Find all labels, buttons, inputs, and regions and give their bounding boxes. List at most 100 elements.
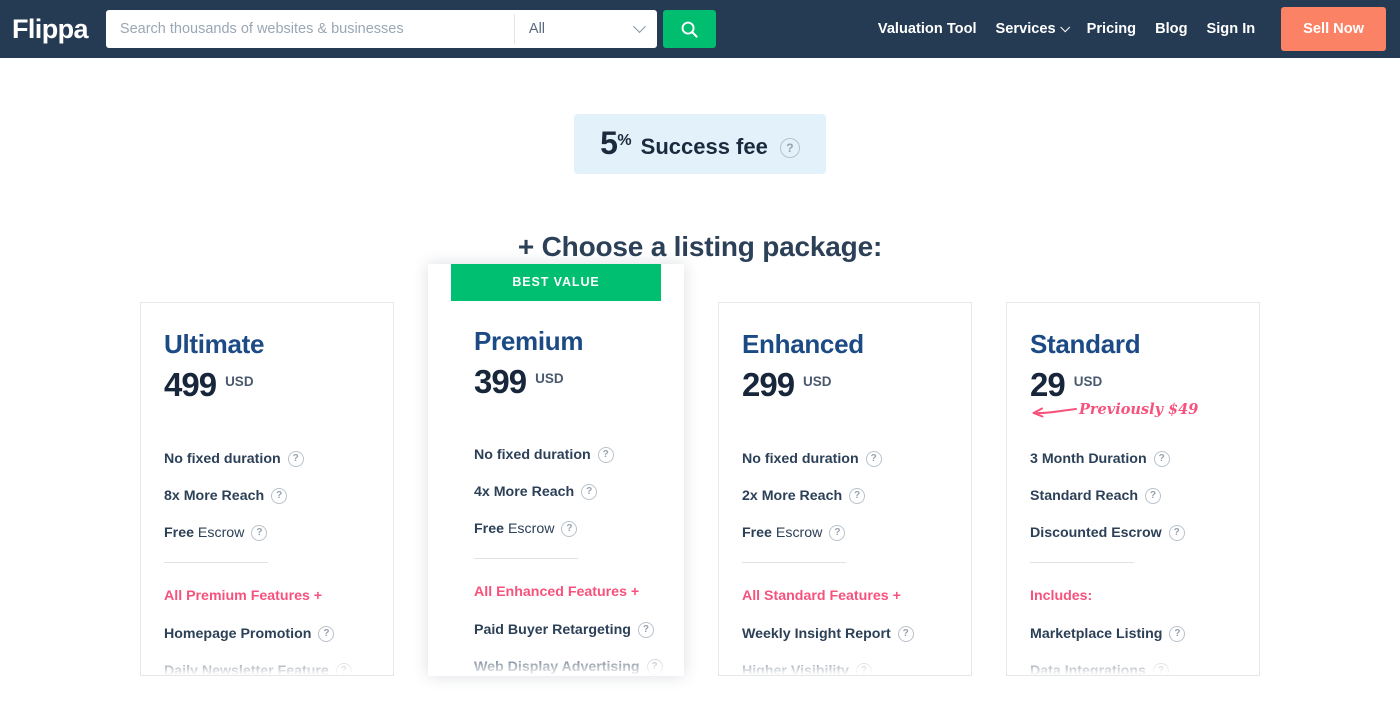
feature-divider bbox=[164, 562, 268, 563]
feature-list: 3 Month Duration?Standard Reach?Discount… bbox=[1030, 451, 1236, 676]
success-fee-badge: 5 % Success fee ? bbox=[574, 114, 826, 174]
nav-item-pricing[interactable]: Pricing bbox=[1087, 21, 1136, 37]
feature-label: Weekly Insight Report bbox=[742, 626, 891, 642]
feature-group-label: Includes: bbox=[1030, 588, 1236, 604]
feature-item: Daily Newsletter Feature? bbox=[164, 663, 370, 676]
package-price-row: 29 USD bbox=[1030, 368, 1236, 401]
feature-item: Free Escrow? bbox=[474, 521, 638, 537]
package-currency: USD bbox=[803, 374, 832, 389]
help-icon[interactable]: ? bbox=[561, 521, 577, 537]
help-icon[interactable]: ? bbox=[598, 447, 614, 463]
help-icon[interactable]: ? bbox=[581, 484, 597, 500]
package-card-ultimate[interactable]: Ultimate499USDNo fixed duration?8x More … bbox=[140, 302, 394, 676]
package-price: 299 bbox=[742, 368, 794, 401]
feature-label: Paid Buyer Retargeting bbox=[474, 622, 631, 638]
feature-label: Standard Reach bbox=[1030, 488, 1138, 504]
help-icon[interactable]: ? bbox=[866, 451, 882, 467]
help-icon[interactable]: ? bbox=[318, 626, 334, 642]
help-icon[interactable]: ? bbox=[336, 663, 352, 676]
nav-label: Pricing bbox=[1087, 21, 1136, 37]
nav-item-sign-in[interactable]: Sign In bbox=[1207, 21, 1256, 37]
price-note-spacer bbox=[164, 403, 370, 421]
help-icon[interactable]: ? bbox=[638, 622, 654, 638]
package-currency: USD bbox=[225, 374, 254, 389]
package-card-enhanced[interactable]: Enhanced299USDNo fixed duration?2x More … bbox=[718, 302, 972, 676]
feature-item: 2x More Reach? bbox=[742, 488, 948, 504]
search-category-select[interactable]: All bbox=[515, 10, 657, 48]
help-icon[interactable]: ? bbox=[1154, 451, 1170, 467]
site-header: Flippa All Valuation Tool Services Prici… bbox=[0, 0, 1400, 58]
help-icon[interactable]: ? bbox=[849, 488, 865, 504]
page-title: + Choose a listing package: bbox=[0, 231, 1400, 263]
pricing-page: 5 % Success fee ? + Choose a listing pac… bbox=[0, 114, 1400, 682]
search-category-value: All bbox=[529, 21, 545, 37]
nav-item-services[interactable]: Services bbox=[996, 21, 1068, 37]
feature-item: No fixed duration? bbox=[474, 447, 638, 463]
package-price: 399 bbox=[474, 365, 526, 398]
feature-item: No fixed duration? bbox=[742, 451, 948, 467]
feature-label: 4x More Reach bbox=[474, 484, 574, 500]
package-price: 29 bbox=[1030, 368, 1065, 401]
feature-list: No fixed duration?2x More Reach?Free Esc… bbox=[742, 451, 948, 676]
success-fee-row: 5 % Success fee ? bbox=[0, 114, 1400, 174]
help-icon[interactable]: ? bbox=[1169, 525, 1185, 541]
nav-label: Valuation Tool bbox=[878, 21, 977, 37]
package-card-premium[interactable]: BEST VALUEPremium399USDNo fixed duration… bbox=[428, 264, 684, 676]
previous-price-note: Previously $49 bbox=[1030, 403, 1236, 421]
feature-list: No fixed duration?8x More Reach?Free Esc… bbox=[164, 451, 370, 676]
chevron-down-icon bbox=[633, 20, 646, 33]
feature-item: No fixed duration? bbox=[164, 451, 370, 467]
feature-group-label: All Enhanced Features + bbox=[474, 584, 638, 600]
card-body: Standard 29 USD Previously $49 3 Month Durat… bbox=[1030, 330, 1236, 676]
nav-item-valuation-tool[interactable]: Valuation Tool bbox=[878, 21, 977, 37]
help-icon[interactable]: ? bbox=[251, 525, 267, 541]
help-icon[interactable]: ? bbox=[829, 525, 845, 541]
feature-label: Free Escrow bbox=[164, 525, 244, 541]
package-name: Ultimate bbox=[164, 330, 370, 359]
feature-label: Data Integrations bbox=[1030, 663, 1146, 676]
nav-item-blog[interactable]: Blog bbox=[1155, 21, 1187, 37]
feature-item: Weekly Insight Report? bbox=[742, 626, 948, 642]
feature-list: No fixed duration?4x More Reach?Free Esc… bbox=[474, 447, 638, 675]
help-icon[interactable]: ? bbox=[780, 138, 800, 158]
chevron-down-icon bbox=[1060, 22, 1070, 32]
help-icon[interactable]: ? bbox=[898, 626, 914, 642]
search-input[interactable] bbox=[106, 10, 514, 48]
feature-group-label: All Premium Features + bbox=[164, 588, 370, 604]
card-body: Ultimate499USDNo fixed duration?8x More … bbox=[164, 330, 370, 676]
feature-group-label: All Standard Features + bbox=[742, 588, 948, 604]
help-icon[interactable]: ? bbox=[856, 663, 872, 676]
sell-now-button[interactable]: Sell Now bbox=[1281, 7, 1386, 51]
feature-item: Discounted Escrow? bbox=[1030, 525, 1236, 541]
nav-label: Sign In bbox=[1207, 21, 1256, 37]
help-icon[interactable]: ? bbox=[271, 488, 287, 504]
feature-item: Free Escrow? bbox=[164, 525, 370, 541]
feature-label: Free Escrow bbox=[742, 525, 822, 541]
search-area: All bbox=[106, 10, 716, 48]
feature-item: Paid Buyer Retargeting? bbox=[474, 622, 638, 638]
feature-label: 8x More Reach bbox=[164, 488, 264, 504]
package-name: Standard bbox=[1030, 330, 1236, 359]
help-icon[interactable]: ? bbox=[647, 659, 663, 675]
feature-label: Marketplace Listing bbox=[1030, 626, 1162, 642]
package-name: Enhanced bbox=[742, 330, 948, 359]
success-fee-percent: % bbox=[617, 132, 631, 150]
feature-label: No fixed duration bbox=[742, 451, 859, 467]
feature-divider bbox=[474, 558, 578, 559]
feature-divider bbox=[742, 562, 846, 563]
feature-item: 4x More Reach? bbox=[474, 484, 638, 500]
help-icon[interactable]: ? bbox=[1145, 488, 1161, 504]
help-icon[interactable]: ? bbox=[288, 451, 304, 467]
feature-label: 3 Month Duration bbox=[1030, 451, 1147, 467]
feature-label: Homepage Promotion bbox=[164, 626, 311, 642]
help-icon[interactable]: ? bbox=[1153, 663, 1169, 676]
package-card-standard[interactable]: Standard 29 USD Previously $49 3 Month Durat… bbox=[1006, 302, 1260, 676]
feature-item: Data Integrations? bbox=[1030, 663, 1236, 676]
search-box: All bbox=[106, 10, 657, 48]
package-currency: USD bbox=[1074, 374, 1103, 389]
search-button[interactable] bbox=[663, 10, 716, 48]
feature-item: Web Display Advertising? bbox=[474, 659, 638, 675]
help-icon[interactable]: ? bbox=[1169, 626, 1185, 642]
flippa-logo[interactable]: Flippa bbox=[12, 16, 88, 43]
feature-item: Marketplace Listing? bbox=[1030, 626, 1236, 642]
